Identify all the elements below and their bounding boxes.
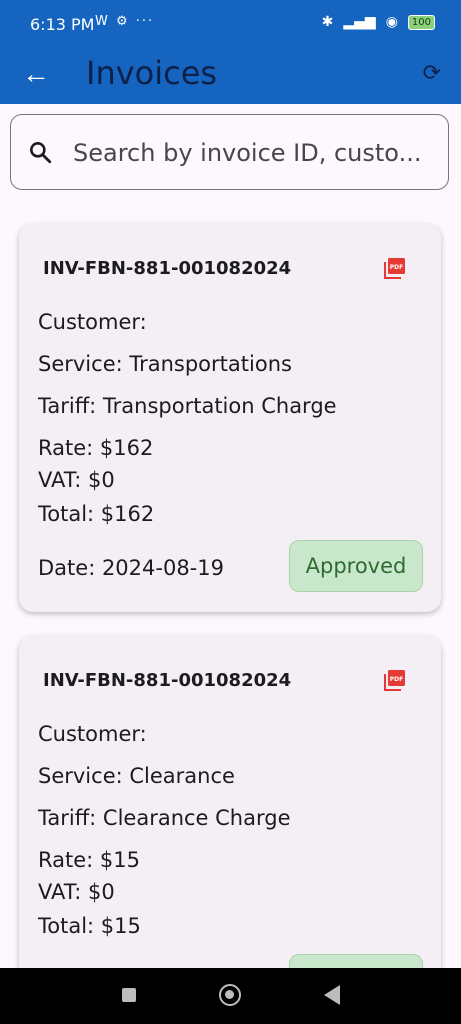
pdf-icon[interactable]: PDF bbox=[383, 668, 407, 692]
svg-text:PDF: PDF bbox=[390, 676, 403, 683]
status-time: 6:13 PM bbox=[30, 15, 95, 34]
tariff-label: Tariff: Transportation Charge bbox=[38, 394, 337, 418]
customer-label: Customer: bbox=[38, 722, 147, 746]
vat-label: VAT: $0 bbox=[38, 468, 115, 492]
vat-label: VAT: $0 bbox=[38, 880, 115, 904]
search-icon bbox=[30, 142, 52, 164]
invoice-id: INV-FBN-881-001082024 bbox=[43, 670, 292, 691]
date-label: Date: 2024-08-19 bbox=[38, 556, 224, 580]
bluetooth-icon: ✱ bbox=[321, 14, 334, 30]
service-label: Service: Clearance bbox=[38, 764, 235, 788]
svg-text:PDF: PDF bbox=[390, 264, 403, 271]
system-icons: ✱ ▂▄▆ ◉ 100 bbox=[322, 14, 435, 30]
notification-icons: W ⚙ ··· bbox=[95, 14, 155, 29]
app-bar: ← Invoices ⟳ bbox=[0, 48, 461, 104]
search-field[interactable] bbox=[10, 114, 449, 190]
pdf-icon[interactable]: PDF bbox=[383, 256, 407, 280]
service-label: Service: Transportations bbox=[38, 352, 292, 376]
home-button[interactable] bbox=[219, 984, 241, 1006]
search-input[interactable] bbox=[71, 133, 435, 173]
navigation-bar bbox=[0, 968, 461, 1024]
refresh-icon[interactable]: ⟳ bbox=[423, 60, 441, 86]
page-title: Invoices bbox=[86, 54, 218, 92]
invoice-id: INV-FBN-881-001082024 bbox=[43, 258, 292, 279]
status-bar: 6:13 PM W ⚙ ··· ✱ ▂▄▆ ◉ 100 bbox=[0, 0, 461, 48]
wifi-icon: ◉ bbox=[385, 14, 398, 30]
back-button[interactable] bbox=[324, 985, 340, 1005]
status-badge[interactable]: Approved bbox=[289, 540, 423, 592]
invoice-card[interactable]: INV-FBN-881-001082024 PDF Customer: Serv… bbox=[19, 224, 441, 612]
total-label: Total: $162 bbox=[38, 502, 155, 526]
invoice-card[interactable]: INV-FBN-881-001082024 PDF Customer: Serv… bbox=[19, 636, 441, 1024]
tariff-label: Tariff: Clearance Charge bbox=[38, 806, 291, 830]
signal-icon: ▂▄▆ bbox=[343, 14, 376, 30]
rate-label: Rate: $162 bbox=[38, 436, 154, 460]
back-arrow-icon[interactable]: ← bbox=[22, 58, 50, 90]
recent-apps-button[interactable] bbox=[122, 988, 136, 1002]
customer-label: Customer: bbox=[38, 310, 147, 334]
total-label: Total: $15 bbox=[38, 914, 141, 938]
rate-label: Rate: $15 bbox=[38, 848, 140, 872]
battery-icon: 100 bbox=[407, 14, 435, 30]
